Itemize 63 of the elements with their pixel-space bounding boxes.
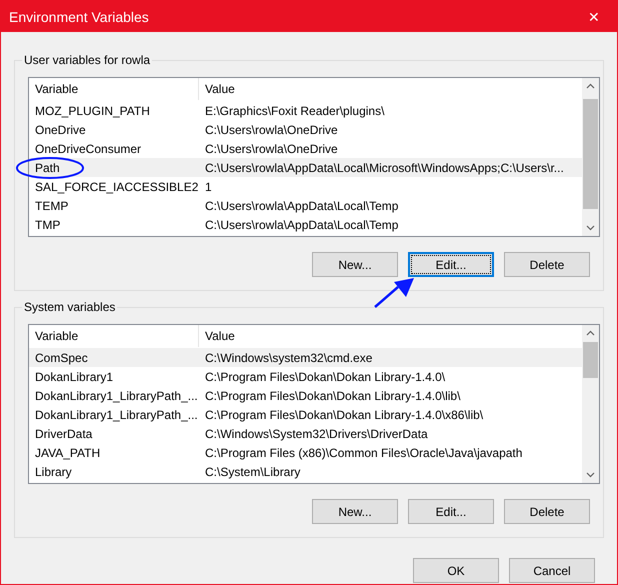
variable-value: C:\Program Files\Dokan\Dokan Library-1.4.0\x86\lib\ [205,408,484,422]
variable-name: SAL_FORCE_IACCESSIBLE2 [35,180,198,194]
variable-name: Path [35,160,60,174]
column-header[interactable]: Value [199,78,582,100]
variable-row[interactable]: TMP C:\Users\rowla\AppData\Local\Temp [29,215,582,234]
variable-row[interactable]: SAL_FORCE_IACCESSIBLE2 1 [29,177,582,196]
variable-row[interactable]: DokanLibrary1 C:\Program Files\Dokan\Dokan Library-1.4.0\ [29,367,582,386]
variable-name: OneDriveConsumer [35,142,142,156]
column-header[interactable]: Variable [29,325,199,347]
group-title: System variables [22,300,118,315]
variable-value: C:\Users\rowla\OneDrive [205,122,338,136]
variable-value: C:\Windows\System32\Drivers\DriverData [205,426,428,440]
variable-row[interactable]: OneDrive C:\Users\rowla\OneDrive [29,120,582,139]
variable-value: 1 [205,180,212,194]
variable-row[interactable]: MOZ_PLUGIN_PATH E:\Graphics\Foxit Reader\plugins\ [29,101,582,120]
scroll-thumb[interactable] [583,99,598,209]
dialog-button[interactable]: New... [312,252,398,277]
variable-name: JAVA_PATH [35,446,100,460]
annotation-circle [16,157,84,179]
variable-row[interactable]: Library C:\System\Library [29,462,582,481]
variable-name: TMP [35,218,60,232]
variable-name: DriverData [35,426,92,440]
scrollbar[interactable] [582,78,599,236]
dialog-button[interactable]: OK [413,558,499,583]
variable-row[interactable]: JAVA_PATH C:\Program Files (x86)\Common Files\Oracle\Java\javapath [29,443,582,462]
variable-value: C:\Windows\system32\cmd.exe [205,350,372,364]
variable-name: ComSpec [35,350,88,364]
variable-value: E:\Graphics\Foxit Reader\plugins\ [205,104,384,118]
variable-name: OneDrive [35,122,86,136]
variable-value: C:\System\Library [205,464,300,478]
variable-row[interactable]: OneDriveConsumer C:\Users\rowla\OneDrive [29,139,582,158]
variable-value: C:\Users\rowla\OneDrive [205,142,338,156]
variable-name: DokanLibrary1 [35,370,114,384]
close-button[interactable]: ✕ [571,1,617,32]
variable-row[interactable]: TEMP C:\Users\rowla\AppData\Local\Temp [29,196,582,215]
variable-name: MOZ_PLUGIN_PATH [35,104,150,118]
column-header[interactable]: Variable [29,78,199,100]
dialog-button[interactable]: Cancel [509,558,595,583]
column-header[interactable]: Value [199,325,582,347]
dialog-button[interactable]: Edit... [408,252,494,277]
variable-value: C:\Users\rowla\AppData\Local\Microsoft\WindowsApps;C:\Users\r... [205,160,564,174]
variable-row[interactable]: ComSpec C:\Windows\system32\cmd.exe [29,348,582,367]
variable-name: TEMP [35,198,68,212]
annotation-arrow [374,278,414,308]
dialog-button[interactable]: Delete [504,499,590,524]
variable-value: C:\Program Files\Dokan\Dokan Library-1.4.0\lib\ [205,388,460,402]
window-title: Environment Variables [9,8,149,24]
variable-name: DokanLibrary1_LibraryPath_... [35,408,198,422]
variable-value: C:\Users\rowla\AppData\Local\Temp [205,218,398,232]
variable-row[interactable]: Path C:\Users\rowla\AppData\Local\Microsoft\WindowsApps;C:\Users\r... [29,158,582,177]
variable-name: Library [35,464,72,478]
variable-value: C:\Program Files (x86)\Common Files\Oracle\Java\javapath [205,446,522,460]
dialog-button[interactable]: Delete [504,252,590,277]
variable-row[interactable]: DriverData C:\Windows\System32\Drivers\DriverData [29,424,582,443]
scroll-thumb[interactable] [583,342,598,378]
variable-row[interactable]: DokanLibrary1_LibraryPath_... C:\Program Files\Dokan\Dokan Library-1.4.0\lib\ [29,386,582,405]
dialog-button[interactable]: New... [312,499,398,524]
variable-value: C:\Program Files\Dokan\Dokan Library-1.4.0\ [205,370,446,384]
variable-name: DokanLibrary1_LibraryPath_... [35,388,198,402]
dialog-button[interactable]: Edit... [408,499,494,524]
variable-value: C:\Users\rowla\AppData\Local\Temp [205,198,398,212]
scrollbar[interactable] [582,325,599,483]
variable-row[interactable]: DokanLibrary1_LibraryPath_... C:\Program Files\Dokan\Dokan Library-1.4.0\x86\lib\ [29,405,582,424]
